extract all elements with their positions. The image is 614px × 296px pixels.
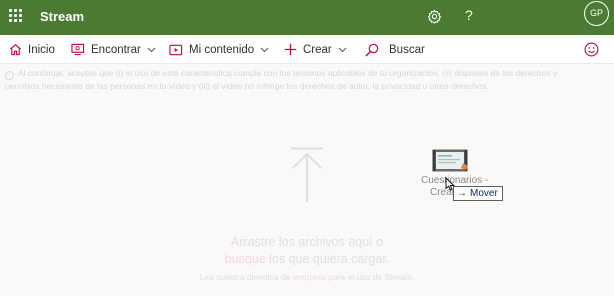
upload-arrow-icon bbox=[291, 147, 323, 202]
search-icon bbox=[365, 43, 379, 56]
terms-notice-line2: permisos necesarios de las personas en t… bbox=[5, 81, 489, 91]
chevron-down-icon bbox=[338, 47, 347, 52]
info-icon: i bbox=[5, 71, 14, 80]
feedback-button[interactable] bbox=[584, 35, 599, 64]
gear-icon[interactable] bbox=[427, 9, 442, 24]
discover-icon bbox=[71, 43, 85, 56]
app-title[interactable]: Stream bbox=[40, 9, 84, 24]
browse-instructions: busque los que quiera cargar. bbox=[0, 252, 614, 266]
dragged-video-file-icon bbox=[432, 149, 468, 172]
user-avatar[interactable]: GP bbox=[584, 1, 609, 26]
command-bar: Inicio Encontrar Mi contenido Crear Busc… bbox=[0, 35, 614, 64]
policy-link[interactable]: empresa bbox=[293, 272, 326, 282]
top-bar: Stream ? GP bbox=[0, 0, 614, 35]
nav-my-content-label: Mi contenido bbox=[189, 43, 255, 56]
browse-instructions-rest: los que quiera cargar. bbox=[265, 252, 390, 266]
chevron-down-icon bbox=[260, 47, 269, 52]
nav-my-content[interactable]: Mi contenido bbox=[169, 35, 269, 64]
policy-notice: Lea nuestra directiva de empresa para el… bbox=[199, 272, 415, 282]
nav-create-label: Crear bbox=[303, 43, 332, 56]
nav-home-label: Inicio bbox=[28, 43, 55, 56]
nav-home[interactable]: Inicio bbox=[9, 35, 55, 64]
help-icon[interactable]: ? bbox=[465, 7, 473, 23]
video-icon bbox=[169, 44, 183, 55]
nav-create[interactable]: Crear bbox=[284, 35, 347, 64]
nav-discover[interactable]: Encontrar bbox=[71, 35, 156, 64]
terms-notice-line1: Al continuar, aceptas que (i) el uso de … bbox=[18, 68, 558, 78]
move-tooltip: → Mover bbox=[453, 186, 503, 201]
home-icon bbox=[10, 44, 21, 56]
terms-notice: i Al continuar, aceptas que (i) el uso de… bbox=[5, 67, 605, 92]
move-tooltip-label: Mover bbox=[470, 188, 498, 199]
browse-link[interactable]: busque bbox=[225, 252, 266, 266]
app-launcher-icon[interactable] bbox=[9, 9, 22, 22]
chevron-down-icon bbox=[147, 47, 156, 52]
nav-discover-label: Encontrar bbox=[91, 43, 141, 56]
search-input[interactable]: Buscar bbox=[389, 44, 425, 56]
drop-instructions: Arrastre los archivos aquí o bbox=[230, 235, 384, 249]
move-arrow-icon: → bbox=[457, 188, 467, 199]
smiley-icon bbox=[584, 42, 599, 57]
search-box[interactable]: Buscar bbox=[365, 35, 425, 64]
plus-icon bbox=[284, 43, 297, 56]
